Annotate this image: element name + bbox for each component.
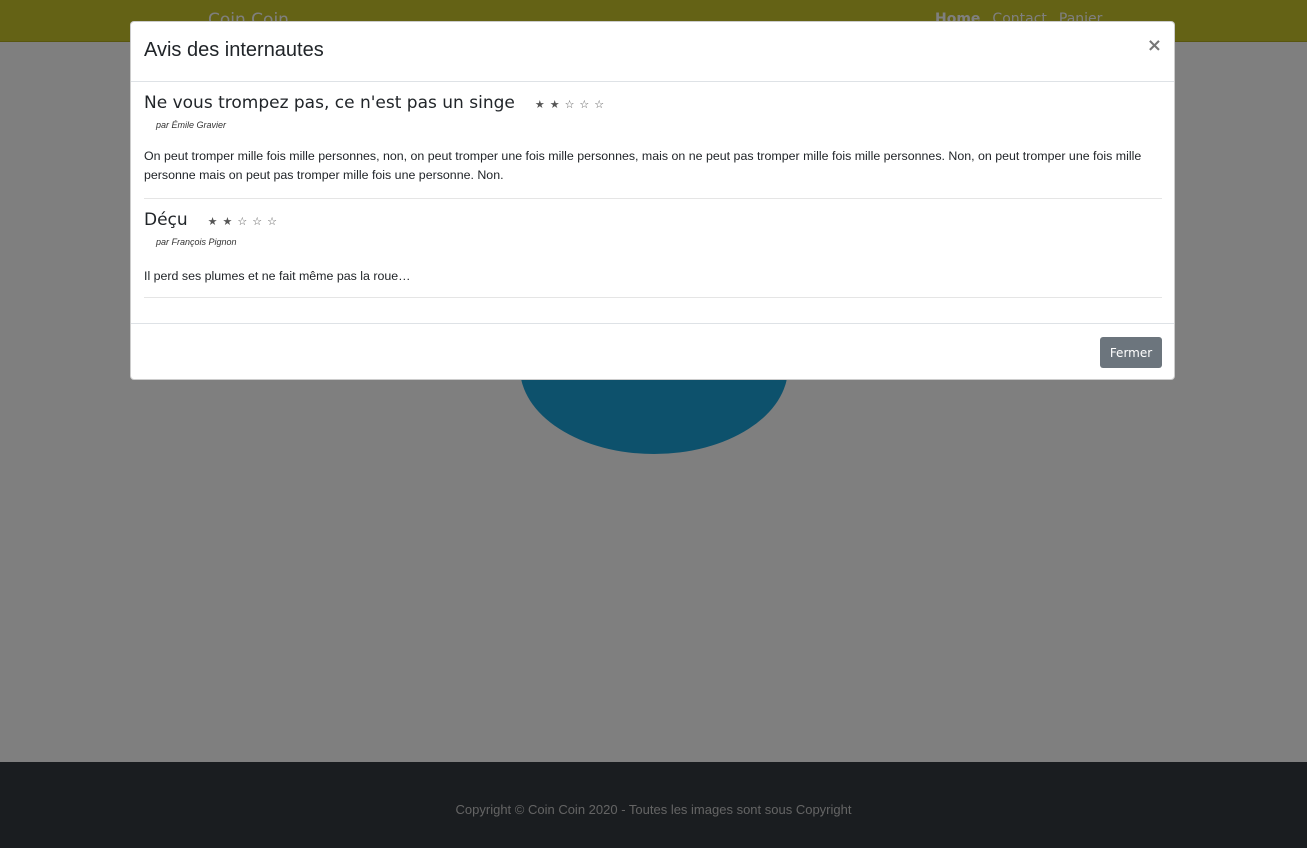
modal-body: Ne vous trompez pas, ce n'est pas un sin… xyxy=(131,82,1174,323)
modal-title: Avis des internautes xyxy=(144,39,324,61)
review-text: On peut tromper mille fois mille personn… xyxy=(144,149,1142,182)
review-item: Déçu ★★☆☆☆ par François Pignon Il perd s… xyxy=(144,199,1162,298)
review-text: Il perd ses plumes et ne fait même pas l… xyxy=(144,269,411,283)
review-author: par Émile Gravier xyxy=(156,120,227,130)
rating-stars-icon: ★★☆☆☆ xyxy=(207,215,282,228)
fermer-button[interactable]: Fermer xyxy=(1100,337,1162,368)
modal-header: Avis des internautes × xyxy=(131,22,1174,82)
rating-stars-icon: ★★☆☆☆ xyxy=(534,98,610,111)
reviews-modal: Avis des internautes × Ne vous trompez p… xyxy=(130,21,1175,380)
modal-footer: Fermer xyxy=(131,323,1174,380)
close-icon[interactable]: × xyxy=(1147,35,1162,56)
review-item: Ne vous trompez pas, ce n'est pas un sin… xyxy=(144,82,1162,199)
review-title: Ne vous trompez pas, ce n'est pas un sin… xyxy=(144,93,515,113)
review-title: Déçu xyxy=(144,210,188,230)
review-author: par François Pignon xyxy=(156,237,237,247)
